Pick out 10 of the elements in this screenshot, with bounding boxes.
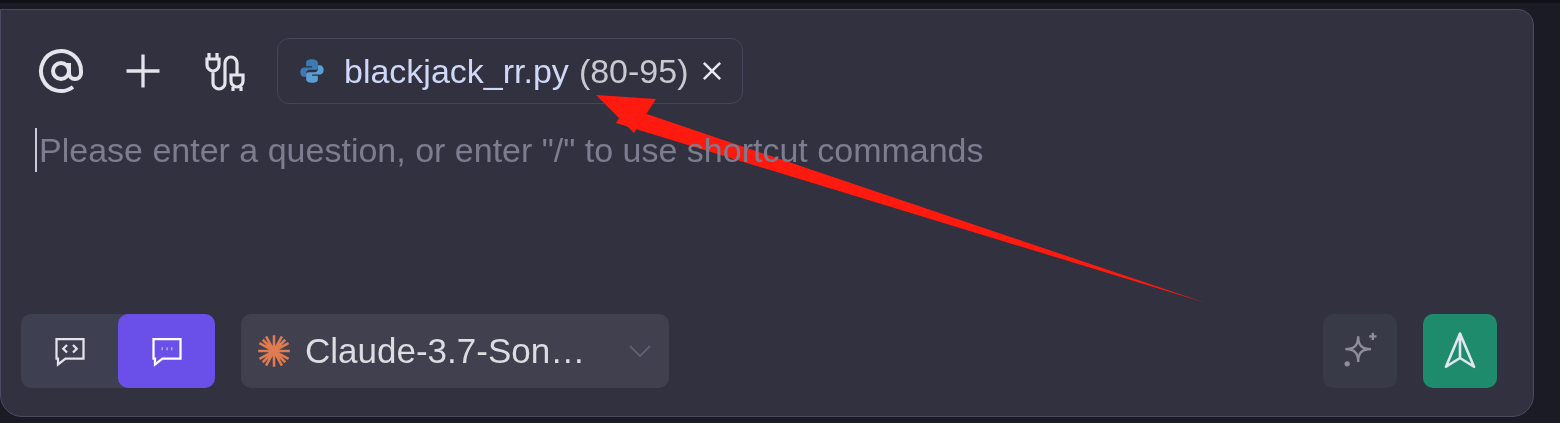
send-button[interactable] <box>1423 314 1497 388</box>
sparkle-button[interactable] <box>1323 314 1397 388</box>
chat-mode-button[interactable] <box>118 314 215 388</box>
file-name: blackjack_rr.py <box>344 51 569 91</box>
python-icon <box>298 57 326 85</box>
model-select[interactable]: Claude-3.7-Son… <box>241 314 669 388</box>
starburst-icon <box>255 332 293 370</box>
at-sign-icon[interactable] <box>37 47 85 95</box>
line-range: (80-95) <box>578 51 689 91</box>
file-context-chip[interactable]: blackjack_rr.py (80-95) <box>277 38 744 104</box>
